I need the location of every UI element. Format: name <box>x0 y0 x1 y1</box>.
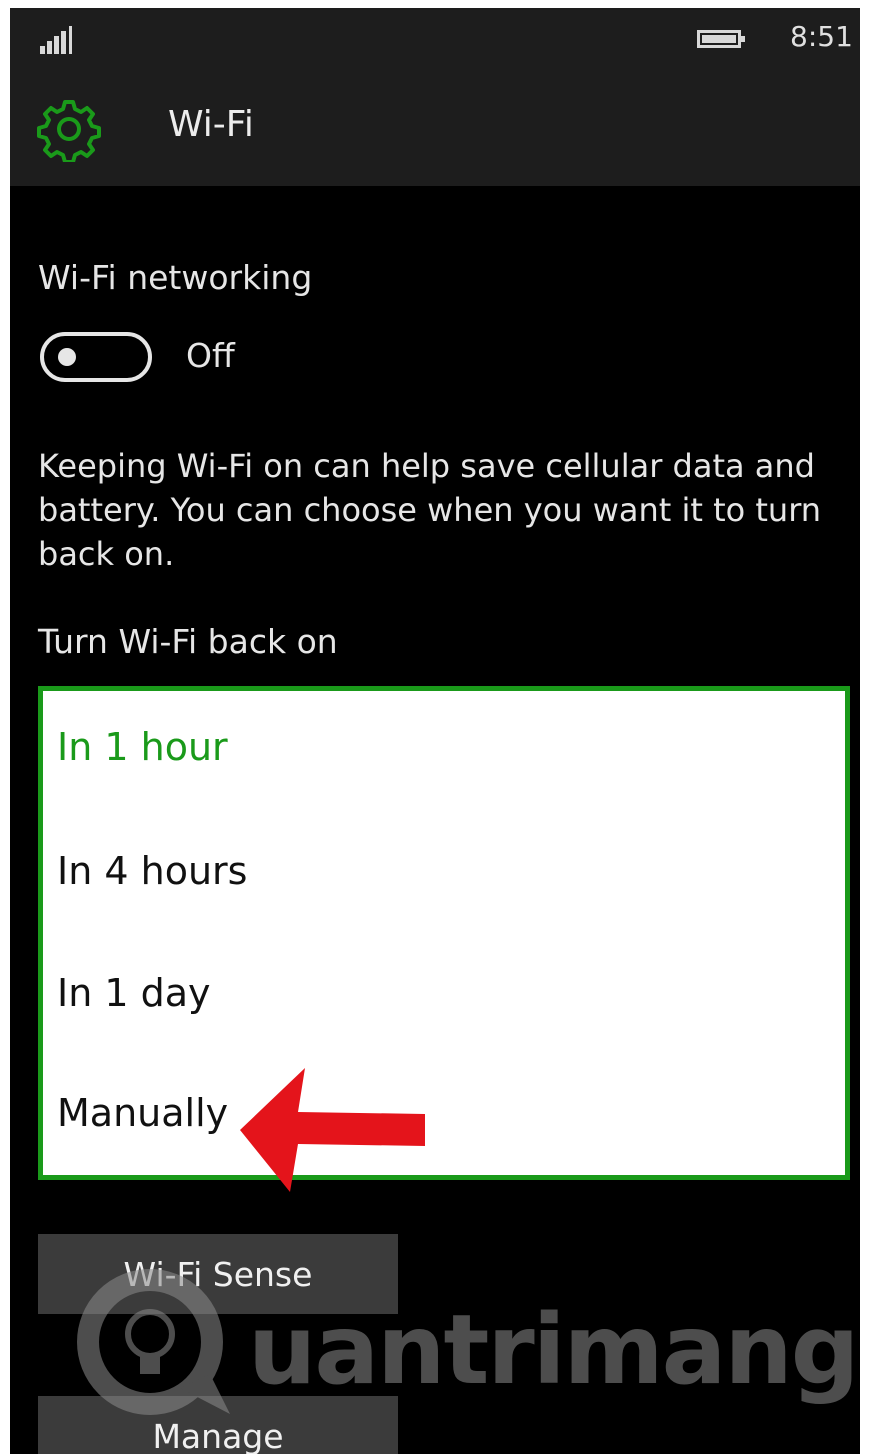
watermark-text: uantrimang <box>248 1294 859 1406</box>
option-in-1-hour[interactable]: In 1 hour <box>57 725 228 769</box>
page-title: Wi-Fi <box>168 104 254 145</box>
toggle-knob <box>58 348 76 366</box>
signal-strength-icon <box>40 26 80 54</box>
wifi-toggle-state: Off <box>186 336 235 375</box>
wifi-description: Keeping Wi-Fi on can help save cellular … <box>38 447 822 573</box>
wifi-toggle[interactable] <box>40 332 152 382</box>
page-header: Wi-Fi <box>10 70 860 186</box>
watermark-logo-icon <box>77 1269 230 1415</box>
gear-icon <box>37 100 101 162</box>
turn-back-on-label: Turn Wi-Fi back on <box>38 622 338 661</box>
red-arrow-annotation <box>240 1068 425 1192</box>
status-bar: 8:51 <box>10 8 860 70</box>
turn-back-on-picker: In 1 hour In 4 hours In 1 day Manually <box>38 686 850 1180</box>
status-clock: 8:51 <box>790 20 853 53</box>
option-manually[interactable]: Manually <box>57 1091 228 1135</box>
wifi-networking-label: Wi-Fi networking <box>38 258 313 297</box>
watermark: uantrimang <box>70 1244 859 1424</box>
battery-icon <box>697 30 745 48</box>
option-in-1-day[interactable]: In 1 day <box>57 971 211 1015</box>
phone-screen: 8:51 Wi-Fi Wi-Fi networking Off Keeping … <box>10 8 860 1454</box>
option-in-4-hours[interactable]: In 4 hours <box>57 849 247 893</box>
